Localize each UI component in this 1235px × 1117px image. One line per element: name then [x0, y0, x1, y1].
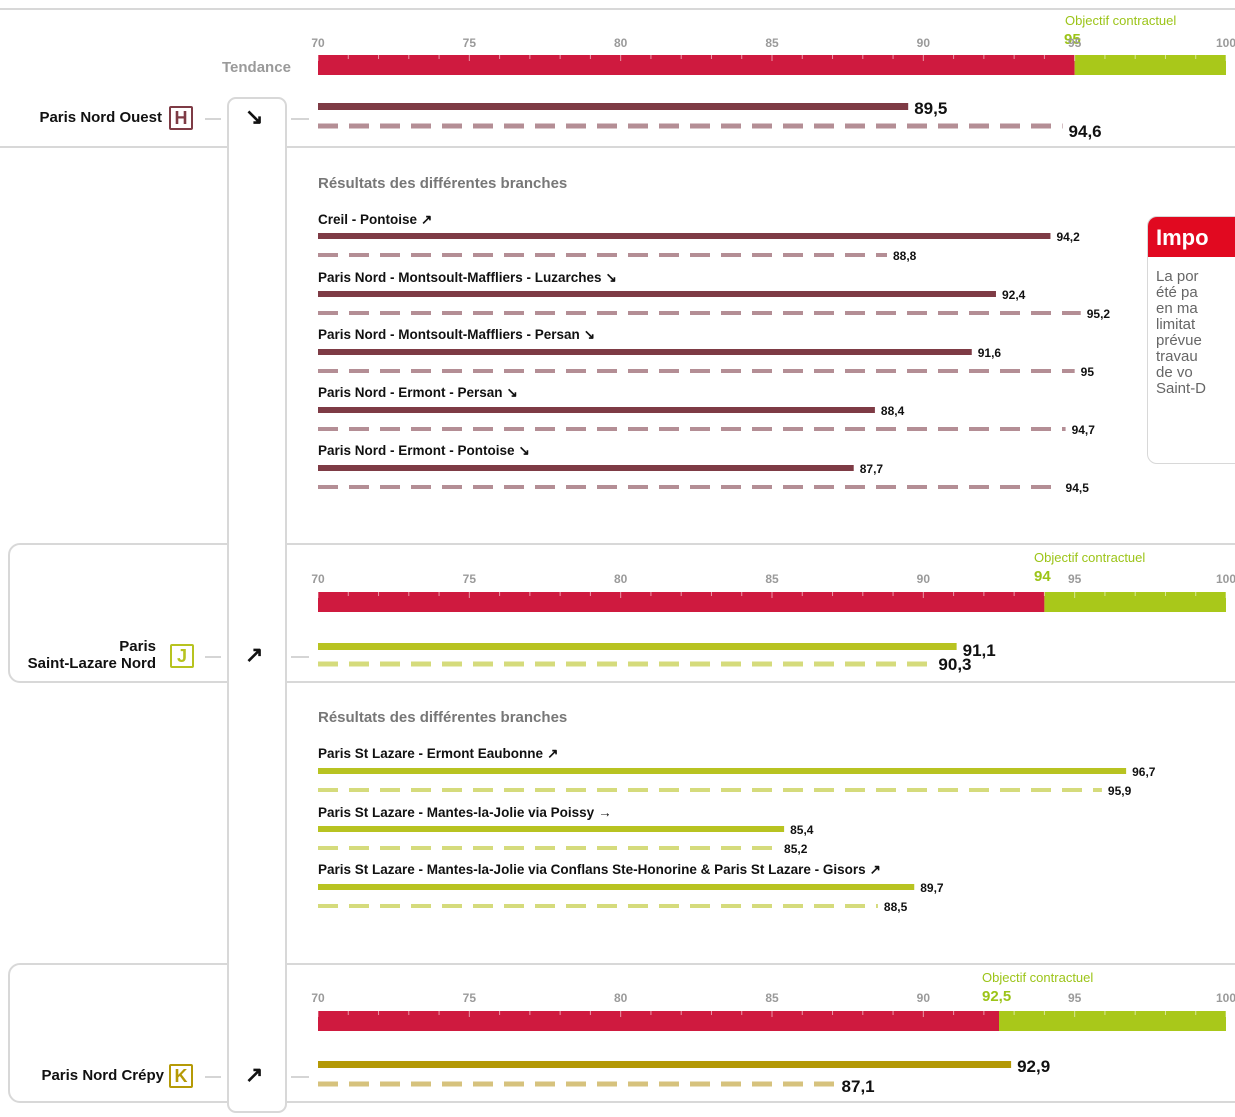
objective-label: Objectif contractuel [1034, 550, 1146, 565]
branch-name: Paris Nord - Montsoult-Maffliers - Luzar… [318, 270, 617, 285]
trend-up-icon: ↗ [421, 212, 433, 227]
trend-up-icon: ↗ [547, 746, 559, 761]
objective-value: 94 [1034, 568, 1051, 585]
line-name-paris-nord-ouest: Paris Nord Ouest [39, 109, 162, 126]
section-title-branches: Résultats des différentes branches [318, 709, 568, 726]
branch-bar-current-label: 89,7 [920, 881, 944, 895]
tendance-label: Tendance [222, 59, 291, 76]
connector [205, 118, 221, 120]
trend-down-icon: ↘ [245, 104, 264, 129]
branch-bar-current-label: 94,2 [1056, 230, 1080, 244]
info-box-text: La por été pa en ma limitat prévue trava… [1156, 268, 1207, 397]
branch-bar-previous-label: 94,5 [1066, 481, 1090, 495]
branch-bar-current-label: 87,7 [860, 462, 884, 476]
info-box: Impo La por été pa en ma limitat prévue … [1147, 216, 1235, 464]
trend-flat-icon: → [598, 805, 612, 820]
trend-up-icon: ↗ [245, 642, 264, 667]
branch-name: Paris Nord - Montsoult-Maffliers - Persa… [318, 327, 596, 342]
branch-bar-current [318, 233, 1051, 239]
branch-bar-previous-label: 94,7 [1072, 423, 1096, 437]
branch-bar-current [318, 768, 1127, 774]
line-name-paris-nord-crepy: Paris Nord Crépy [41, 1067, 164, 1084]
connector [205, 1076, 221, 1078]
branch-bar-previous-label: 95,2 [1087, 307, 1111, 321]
branch-bar-current-label: 88,4 [881, 404, 905, 418]
trend-up-icon: ↗ [869, 862, 881, 877]
objective-value: 95 [1064, 31, 1081, 48]
info-box-title: Impo [1148, 217, 1235, 257]
trend-up-icon: ↗ [245, 1062, 264, 1087]
branch-name: Creil - Pontoise ↗ [318, 212, 433, 227]
branch-bar-previous-label: 95 [1081, 365, 1095, 379]
branch-bar-current [318, 884, 915, 890]
trend-column [227, 97, 287, 1113]
branch-bar-previous-label: 85,2 [784, 842, 808, 856]
branch-bar-current [318, 465, 854, 471]
objective-label: Objectif contractuel [982, 970, 1094, 985]
branch-bar-previous-label: 88,5 [884, 900, 908, 914]
connector [291, 1076, 309, 1078]
connector [291, 118, 309, 120]
connector [291, 656, 309, 658]
connector [205, 656, 221, 658]
branch-bar-current-label: 91,6 [978, 346, 1002, 360]
line-badge-h: H [169, 106, 193, 130]
branch-bar-current [318, 349, 972, 355]
branch-name: Paris St Lazare - Mantes-la-Jolie via Co… [318, 862, 881, 877]
trend-down-icon: ↘ [506, 385, 518, 400]
branch-name: Paris Nord - Ermont - Pontoise ↘ [318, 443, 530, 458]
section-title-branches: Résultats des différentes branches [318, 175, 568, 192]
branch-bar-current-label: 96,7 [1132, 765, 1156, 779]
branch-bar-previous-label: 95,9 [1108, 784, 1132, 798]
branch-bar-current-label: 85,4 [790, 823, 814, 837]
trend-down-icon: ↘ [518, 443, 530, 458]
line-badge-k: K [169, 1064, 193, 1088]
line-badge-j: J [170, 644, 194, 668]
trend-down-icon: ↘ [605, 270, 617, 285]
objective-value: 92,5 [982, 988, 1012, 1005]
branch-bar-previous-label: 88,8 [893, 249, 917, 263]
branch-name: Paris St Lazare - Mantes-la-Jolie via Po… [318, 805, 612, 820]
branch-bar-current [318, 291, 996, 297]
line-name-paris-saint-lazare-nord: Paris Saint-Lazare Nord [27, 638, 156, 672]
branch-name: Paris Nord - Ermont - Persan ↘ [318, 385, 518, 400]
branch-bar-current [318, 826, 785, 832]
branch-bar-current-label: 92,4 [1002, 288, 1026, 302]
branch-name: Paris St Lazare - Ermont Eaubonne ↗ [318, 746, 559, 761]
trend-down-icon: ↘ [583, 327, 596, 342]
objective-label: Objectif contractuel [1065, 13, 1177, 28]
branch-bar-current [318, 407, 875, 413]
